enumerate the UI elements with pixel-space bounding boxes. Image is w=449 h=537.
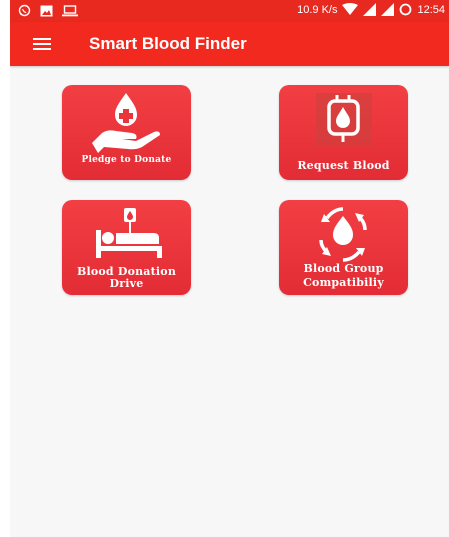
hamburger-menu-icon xyxy=(33,38,51,50)
blood-donation-drive-button[interactable]: Blood Donation Drive xyxy=(62,200,191,295)
tile-label: Request Blood xyxy=(297,159,390,172)
hand-blood-drop-icon xyxy=(92,93,160,153)
patient-bed-iv-icon xyxy=(96,208,162,258)
menu-button[interactable] xyxy=(28,33,56,55)
app-title: Smart Blood Finder xyxy=(89,34,247,53)
image-icon xyxy=(40,5,53,16)
status-bar: 10.9 K/s 12:54 xyxy=(10,0,449,22)
network-speed: 10.9 K/s xyxy=(297,3,338,16)
blood-group-compatibility-button[interactable]: Blood Group Compatibiliy xyxy=(279,200,408,295)
signal-icon xyxy=(363,3,377,16)
wifi-icon xyxy=(342,3,359,15)
whatsapp-icon xyxy=(18,4,31,17)
status-bar-notifications xyxy=(18,4,78,17)
pledge-to-donate-button[interactable]: Pledge to Donate xyxy=(62,85,191,180)
signal-icon xyxy=(381,3,395,16)
tile-label: Blood Group Compatibiliy xyxy=(303,262,384,289)
app-bar: Smart Blood Finder xyxy=(10,22,449,66)
status-bar-system: 10.9 K/s 12:54 xyxy=(297,3,445,16)
laptop-icon xyxy=(62,4,78,16)
app-screen: 10.9 K/s 12:54 Smart Blood Finder Pledge… xyxy=(10,0,449,537)
blood-bag-icon xyxy=(316,93,372,145)
sync-icon xyxy=(400,3,412,16)
clock-time: 12:54 xyxy=(417,3,445,16)
request-blood-button[interactable]: Request Blood xyxy=(279,85,408,180)
blood-drop-cycle-icon xyxy=(319,207,367,262)
tile-label: Pledge to Donate xyxy=(81,155,172,165)
tile-label: Blood Donation Drive xyxy=(76,265,177,290)
